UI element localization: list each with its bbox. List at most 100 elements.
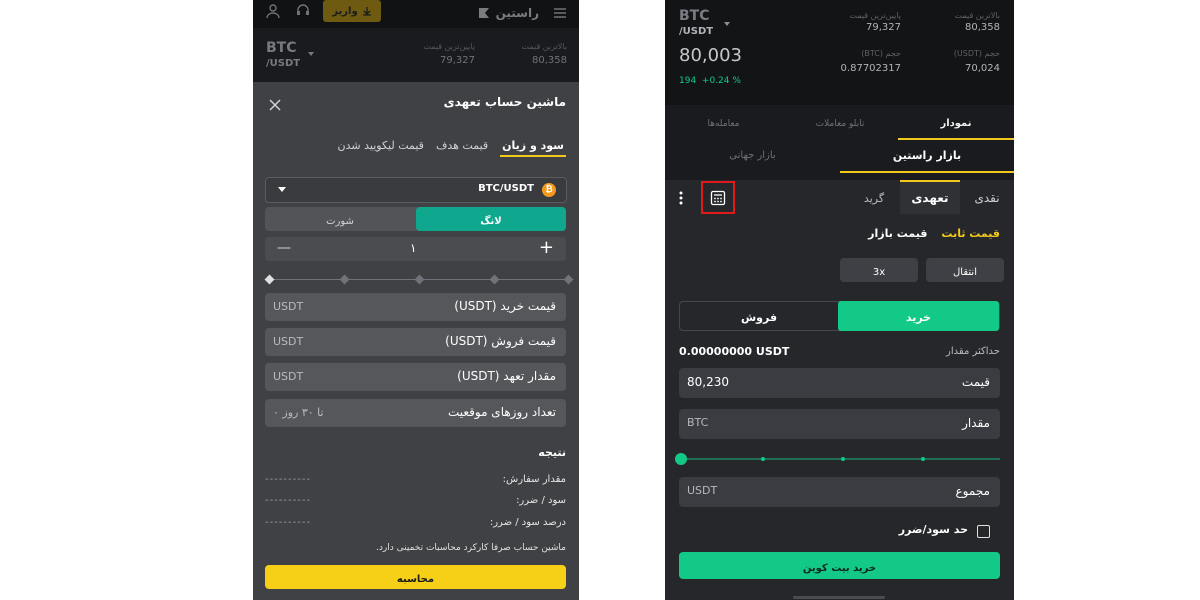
order-type-selector: قیمت ثابت قیمت بازار xyxy=(868,227,1000,240)
transfer-button[interactable]: انتقال xyxy=(926,258,1004,282)
tab-orderbook[interactable]: تابلو معاملات xyxy=(782,110,898,138)
low-label: پایین‌ترین قیمت xyxy=(849,11,901,20)
max-amount-value: 0.00000000 USDT xyxy=(679,345,790,358)
tab-liquidation-price-label: قیمت لیکویید شدن xyxy=(337,139,424,152)
pair-select[interactable]: ₿ BTC/USDT xyxy=(265,177,567,203)
top-app-bar: راستین واریز xyxy=(253,0,579,28)
buy-price-unit: USDT xyxy=(273,300,304,313)
price-input-value: 80,230 xyxy=(687,375,729,389)
buy-sell-toggle: خرید فروش xyxy=(679,301,1000,331)
more-options-icon[interactable] xyxy=(678,190,684,206)
trade-tab-margin-label: تعهدی xyxy=(911,191,949,205)
total-input[interactable]: مجموع USDT xyxy=(679,477,1000,507)
logo-text: راستین xyxy=(495,6,539,20)
bitcoin-icon: ₿ xyxy=(542,183,556,197)
pair-quote: /USDT xyxy=(679,26,714,37)
tpsl-checkbox[interactable] xyxy=(977,525,990,538)
tab-chart[interactable]: نمودار xyxy=(898,110,1014,140)
high-value: 80,358 xyxy=(532,55,567,66)
long-button[interactable]: لانگ xyxy=(416,207,566,231)
result-order-amount-label: مقدار سفارش: xyxy=(502,474,566,485)
trade-form: نقدی تعهدی گرید قیمت ثابت قیمت بازار انت… xyxy=(665,180,1014,600)
trade-tab-margin[interactable]: تعهدی xyxy=(900,180,960,214)
price-change-abs: 194 xyxy=(679,76,697,86)
result-row: درصد سود / ضرر: ---------- xyxy=(265,517,566,533)
leverage-value: ۱ xyxy=(410,241,417,255)
tab-active-underline xyxy=(840,171,1014,173)
calculator-button[interactable] xyxy=(701,181,735,214)
leverage-slider[interactable] xyxy=(264,274,574,285)
price-input[interactable]: قیمت 80,230 xyxy=(679,368,1000,398)
slider-thumb[interactable] xyxy=(264,274,275,285)
amount-slider[interactable] xyxy=(675,453,1000,465)
leverage-label: 3x xyxy=(872,267,886,278)
calculate-button-label: محاسبه xyxy=(396,574,435,585)
result-row: مقدار سفارش: ---------- xyxy=(265,474,566,490)
result-title: نتیجه xyxy=(538,446,566,459)
tab-target-price[interactable]: قیمت هدف xyxy=(436,134,488,160)
trade-tab-grid[interactable]: گرید xyxy=(848,180,900,214)
tab-global-market[interactable]: بازار جهانی xyxy=(665,142,840,170)
volume-usdt-value: 70,024 xyxy=(965,63,1000,74)
margin-amount-field[interactable]: مقدار تعهد (USDT) USDT xyxy=(265,363,566,391)
buy-bitcoin-label: خرید بیت کوین xyxy=(802,563,877,574)
tab-chart-label: نمودار xyxy=(940,118,972,129)
sell-tab-label: فروش xyxy=(740,311,778,324)
short-label: شورت xyxy=(326,216,354,227)
modal-tabs: سود و زیان قیمت هدف قیمت لیکویید شدن xyxy=(338,134,566,160)
short-button[interactable]: شورت xyxy=(265,207,415,231)
tab-global-market-label: بازار جهانی xyxy=(729,150,776,161)
sell-price-label: قیمت فروش (USDT) xyxy=(445,334,556,348)
sell-tab[interactable]: فروش xyxy=(680,302,838,330)
tab-trades-label: معامله‌ها xyxy=(707,119,740,129)
support-headset-icon[interactable] xyxy=(295,3,311,19)
amount-input[interactable]: مقدار BTC xyxy=(679,409,1000,439)
tab-profit-loss[interactable]: سود و زیان xyxy=(500,134,566,160)
buy-tab[interactable]: خرید xyxy=(838,301,999,331)
price-change: 194 +0.24 % xyxy=(679,76,741,86)
order-type-market[interactable]: قیمت بازار xyxy=(868,227,927,240)
position-days-field[interactable]: تعداد روزهای موقعیت تا ۳۰ روز ۰ xyxy=(265,399,566,427)
disclaimer-note: ماشین حساب صرفا کارکرد محاسبات تخمینی دا… xyxy=(376,543,566,553)
user-icon[interactable] xyxy=(265,3,281,19)
slider-step xyxy=(841,457,845,461)
trade-tab-spot[interactable]: نقدی xyxy=(960,180,1014,214)
slider-track xyxy=(679,458,1000,460)
sell-price-unit: USDT xyxy=(273,335,304,348)
sell-price-field[interactable]: قیمت فروش (USDT) USDT xyxy=(265,328,566,356)
high-label: بالاترین قیمت xyxy=(521,42,567,51)
decrease-button[interactable]: — xyxy=(277,240,291,256)
leverage-button[interactable]: 3x xyxy=(840,258,918,282)
buy-price-field[interactable]: قیمت خرید (USDT) USDT xyxy=(265,293,566,321)
result-pnl-percent-label: درصد سود / ضرر: xyxy=(489,517,566,528)
tab-trades[interactable]: معامله‌ها xyxy=(665,110,782,138)
tab-liquidation-price[interactable]: قیمت لیکویید شدن xyxy=(338,134,424,160)
buy-bitcoin-button[interactable]: خرید بیت کوین xyxy=(679,552,1000,579)
brand-logo: راستین xyxy=(476,3,539,23)
low-value: 79,327 xyxy=(866,22,901,33)
tab-rastin-market[interactable]: بازار راستین xyxy=(840,142,1014,173)
deposit-button[interactable]: واریز xyxy=(323,0,381,22)
result-row: سود / ضرر: ---------- xyxy=(265,495,566,511)
logo-mark-icon xyxy=(478,8,489,18)
pair-base: BTC xyxy=(679,8,710,24)
high-value: 80,358 xyxy=(965,22,1000,33)
high-label: بالاترین قیمت xyxy=(954,11,1000,20)
pair-dropdown-icon[interactable] xyxy=(308,52,314,56)
volume-btc-label: حجم (BTC) xyxy=(861,49,901,58)
slider-step xyxy=(489,274,500,285)
calculate-button[interactable]: محاسبه xyxy=(265,565,566,589)
order-type-limit[interactable]: قیمت ثابت xyxy=(941,227,1000,240)
pair-dropdown-icon[interactable] xyxy=(724,22,730,26)
slider-step xyxy=(921,457,925,461)
increase-button[interactable]: + xyxy=(539,237,554,258)
amount-input-label: مقدار xyxy=(962,416,990,430)
slider-thumb[interactable] xyxy=(675,453,687,465)
calculator-icon xyxy=(710,190,726,205)
menu-icon[interactable] xyxy=(553,5,567,19)
close-icon[interactable] xyxy=(269,96,281,111)
slider-step xyxy=(339,274,350,285)
slider-step xyxy=(761,457,765,461)
position-toggle: لانگ شورت xyxy=(265,207,566,231)
pair-select-chevron-icon xyxy=(278,187,286,192)
